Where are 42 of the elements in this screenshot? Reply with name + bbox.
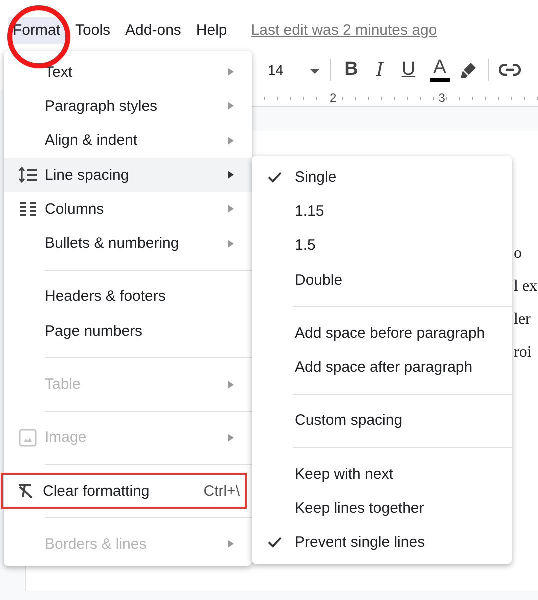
menu-item[interactable]: Bullets & numbering <box>4 226 252 261</box>
bold-button[interactable]: B <box>340 59 362 81</box>
menu-item[interactable]: Page numbers <box>4 314 252 348</box>
text-color-button[interactable]: A <box>430 58 450 82</box>
menu-item[interactable]: Text <box>4 55 252 90</box>
font-size-field[interactable]: 14 <box>268 62 320 78</box>
menu-item[interactable]: 1.5 <box>252 228 512 263</box>
document-text: l ex <box>514 278 538 296</box>
menu-item[interactable]: Columns <box>4 192 252 226</box>
menu-item[interactable]: Keep with next <box>252 457 512 492</box>
columns-icon <box>20 202 36 216</box>
menu-item[interactable]: Add space before paragraph <box>252 316 512 350</box>
menu-item[interactable]: Clear formatting Ctrl+\ <box>2 474 246 508</box>
caret-icon <box>310 68 320 74</box>
ruler-number: 2 <box>329 91 338 105</box>
last-edit-link[interactable]: Last edit was 2 minutes ago <box>251 22 438 38</box>
underline-button[interactable]: U <box>398 59 420 81</box>
menu-item[interactable]: Single <box>252 160 512 194</box>
menu-bar-item[interactable]: Tools <box>70 16 116 44</box>
highlighter-icon[interactable] <box>460 61 478 79</box>
menu-item[interactable]: Double <box>252 262 512 298</box>
document-text: roi <box>514 344 533 362</box>
menu-item[interactable]: Align & indent <box>4 124 252 158</box>
menu-bar-item[interactable]: Add-ons <box>120 16 186 44</box>
image-icon <box>18 428 36 447</box>
menu-bar-item[interactable]: Help <box>191 16 232 44</box>
line-spacing-icon <box>18 167 36 184</box>
menu-item[interactable]: 1.15 <box>252 194 512 229</box>
shortcut-text: Ctrl+\ <box>204 482 240 500</box>
ruler-number: 3 <box>438 91 446 105</box>
document-text: ler <box>514 311 532 329</box>
menu-item[interactable]: Add space after paragraph <box>252 350 512 385</box>
menu-item[interactable]: Headers & footers <box>4 280 252 314</box>
menu-item[interactable]: Custom spacing <box>252 404 512 438</box>
document-text: o <box>514 245 523 263</box>
menu-item[interactable]: Prevent single lines <box>252 526 512 560</box>
link-icon[interactable] <box>499 64 522 76</box>
menu-item[interactable]: Paragraph styles <box>4 89 252 124</box>
menu-item[interactable]: Line spacing <box>4 158 252 192</box>
italic-button[interactable]: I <box>372 59 388 81</box>
menu-item[interactable]: Keep lines together <box>252 491 512 526</box>
clear-formatting-icon <box>18 484 34 498</box>
